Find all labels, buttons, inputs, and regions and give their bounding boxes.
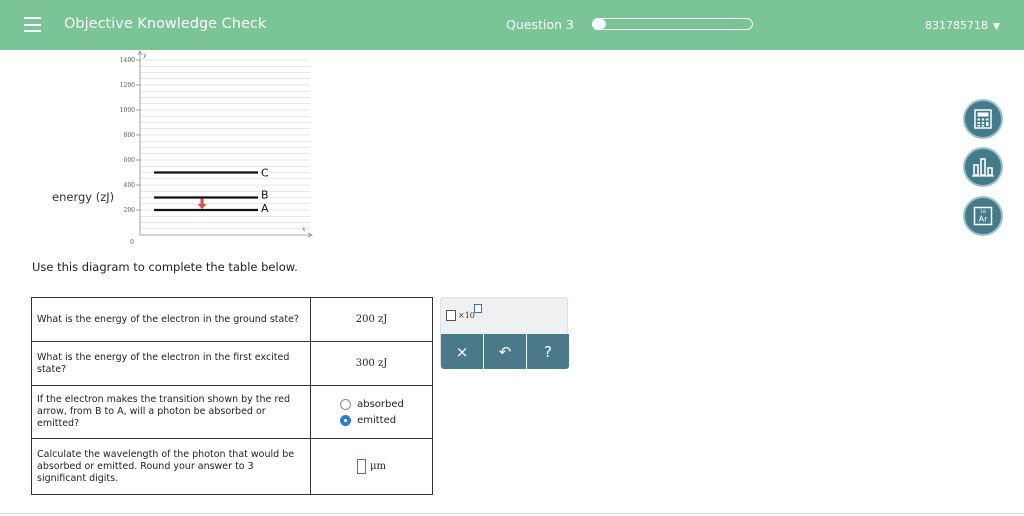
table-row: What is the energy of the electron in th… <box>30 297 433 342</box>
periodic-table-icon: 18 Ar <box>973 206 993 226</box>
question-cell: What is the energy of the electron in th… <box>30 341 312 386</box>
table-row: If the electron makes the transition sho… <box>30 385 433 439</box>
y-axis-label: y <box>142 52 147 59</box>
data-chart-icon <box>972 158 994 177</box>
answer-cell[interactable]: 300 zJ <box>310 341 433 386</box>
undo-button[interactable]: ↶ <box>484 334 527 369</box>
radio-option-emitted[interactable]: emitted <box>316 414 427 426</box>
y-tick-label: 1000 <box>120 107 135 114</box>
question-cell: What is the energy of the electron in th… <box>30 297 312 342</box>
wavelength-input[interactable] <box>357 459 367 474</box>
radio-label: emitted <box>357 414 397 426</box>
math-button-row: × ↶ ? <box>441 334 569 369</box>
unit-label: μm <box>370 461 387 472</box>
math-tool-panel: ×10 × ↶ ? <box>440 297 569 369</box>
question-table: What is the energy of the electron in th… <box>30 297 433 495</box>
clear-button[interactable]: × <box>441 334 484 369</box>
periodic-symbol: Ar <box>979 215 988 224</box>
radio-button[interactable] <box>340 398 352 410</box>
help-button[interactable]: ? <box>527 334 569 369</box>
y-tick-label: 200 <box>124 207 136 214</box>
answer-cell: μm <box>310 438 433 495</box>
energy-level-diagram: energy (zJ) y x 1400 1200 1000 800 600 400 200 0 C… <box>0 50 330 250</box>
table-row: Calculate the wavelength of the photon t… <box>30 438 433 495</box>
periodic-table-button[interactable]: 18 Ar <box>963 196 1003 236</box>
energy-level-label: C <box>261 167 269 180</box>
top-bar: Objective Knowledge Check Question 3 831… <box>0 0 1024 50</box>
caret-down-icon: ▼ <box>993 22 1000 32</box>
transition-arrow-head <box>197 204 207 209</box>
user-id: 831785718 <box>925 19 988 32</box>
question-number: Question 3 <box>506 17 574 32</box>
answer-cell: absorbed emitted <box>310 385 433 439</box>
scientific-notation-exponent-box[interactable] <box>474 304 482 313</box>
radio-option-absorbed[interactable]: absorbed <box>316 398 427 410</box>
app-title: Objective Knowledge Check <box>64 16 267 32</box>
scientific-notation-base-box[interactable] <box>446 310 456 321</box>
progress-fill <box>593 19 606 29</box>
data-chart-button[interactable] <box>963 147 1003 187</box>
question-cell: Calculate the wavelength of the photon t… <box>30 438 312 495</box>
answer-cell[interactable]: 200 zJ <box>310 297 433 342</box>
radio-label: absorbed <box>357 398 404 410</box>
y-tick-label: 800 <box>124 132 136 139</box>
hamburger-menu-icon[interactable] <box>24 17 41 32</box>
table-row: What is the energy of the electron in th… <box>30 341 433 386</box>
y-tick-label: 400 <box>124 182 136 189</box>
y-tick-label: 1400 <box>120 57 135 64</box>
bottom-divider <box>0 513 1024 514</box>
instruction-text: Use this diagram to complete the table b… <box>32 260 298 274</box>
y-tick-label: 600 <box>124 157 136 164</box>
energy-level-label: B <box>261 189 269 202</box>
radio-button-selected[interactable] <box>340 414 352 426</box>
y-tick-label: 1200 <box>120 82 135 89</box>
energy-diagram-svg: y x 1400 1200 1000 800 600 400 200 0 CBA <box>120 50 313 246</box>
y-tick-label: 0 <box>130 239 134 246</box>
question-cell: If the electron makes the transition sho… <box>30 385 312 439</box>
scientific-notation-label: ×10 <box>458 311 475 320</box>
progress-bar <box>592 18 753 30</box>
calculator-button[interactable] <box>963 99 1003 139</box>
x-axis-label: x <box>302 226 306 233</box>
calculator-icon <box>974 109 992 129</box>
user-menu[interactable]: 831785718 ▼ <box>925 19 1000 32</box>
energy-level-label: A <box>261 202 269 215</box>
